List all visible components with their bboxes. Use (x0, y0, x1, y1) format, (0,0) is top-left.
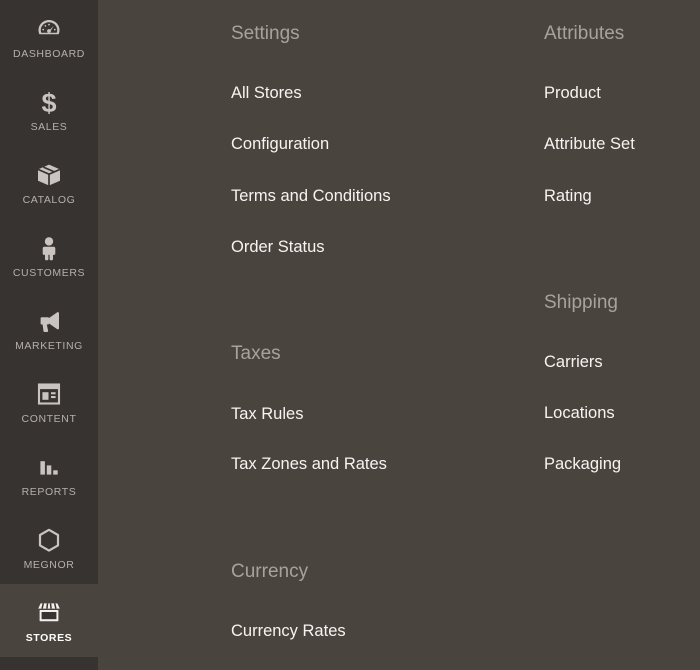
menu-group-title-settings: Settings (231, 23, 300, 44)
layout-grid-icon (34, 379, 64, 409)
menu-link-product[interactable]: Product (544, 85, 601, 102)
menu-link-rating[interactable]: Rating (544, 188, 592, 205)
sidebar-item-label: Sales (30, 120, 68, 133)
sidebar-item-label: Marketing (15, 339, 83, 352)
stores-menu-panel: Settings All Stores Configuration Terms and… (98, 0, 700, 670)
hexagon-icon (34, 525, 64, 555)
sidebar-item-dashboard[interactable]: Dashboard (0, 0, 98, 73)
sidebar-item-label: Content (21, 412, 77, 425)
sidebar-item-label: Catalog (22, 193, 76, 206)
dollar-sign-icon: $ (34, 87, 64, 117)
menu-link-attribute-set[interactable]: Attribute Set (544, 136, 635, 153)
sidebar-item-system[interactable] (0, 657, 98, 670)
sidebar-item-stores[interactable]: Stores (0, 584, 98, 657)
sidebar-item-label: Megnor (23, 558, 75, 571)
sidebar-item-label: Dashboard (13, 47, 85, 60)
svg-text:$: $ (41, 88, 56, 116)
sidebar-item-label: Reports (21, 485, 77, 498)
menu-link-tax-zones-and-rates[interactable]: Tax Zones and Rates (231, 456, 387, 473)
menu-group-title-shipping: Shipping (544, 292, 618, 313)
menu-link-currency-rates[interactable]: Currency Rates (231, 623, 346, 640)
menu-group-title-currency: Currency (231, 561, 309, 582)
menu-link-order-status[interactable]: Order Status (231, 239, 325, 256)
menu-link-terms-and-conditions[interactable]: Terms and Conditions (231, 188, 391, 205)
sidebar-item-sales[interactable]: $ Sales (0, 73, 98, 146)
storefront-icon (34, 598, 64, 628)
admin-sidebar-nav: Dashboard $ Sales Catalog Customers Mark… (0, 0, 98, 670)
menu-link-all-stores[interactable]: All Stores (231, 85, 302, 102)
menu-link-locations[interactable]: Locations (544, 405, 615, 422)
person-icon (34, 233, 64, 263)
sidebar-item-catalog[interactable]: Catalog (0, 146, 98, 219)
sidebar-item-content[interactable]: Content (0, 365, 98, 438)
sidebar-item-reports[interactable]: Reports (0, 438, 98, 511)
menu-link-configuration[interactable]: Configuration (231, 136, 329, 153)
bar-chart-icon (34, 452, 64, 482)
menu-link-tax-rules[interactable]: Tax Rules (231, 406, 303, 423)
sidebar-item-label: Customers (12, 266, 86, 279)
menu-link-packaging[interactable]: Packaging (544, 456, 621, 473)
menu-link-carriers[interactable]: Carriers (544, 354, 603, 371)
megaphone-icon (34, 306, 64, 336)
menu-group-title-attributes: Attributes (544, 23, 625, 44)
menu-group-title-taxes: Taxes (231, 343, 281, 364)
sidebar-item-label: Stores (25, 631, 73, 644)
magento-admin-menu-flyout: Dashboard $ Sales Catalog Customers Mark… (0, 0, 700, 670)
dashboard-gauge-icon (34, 14, 64, 44)
sidebar-item-megnor[interactable]: Megnor (0, 511, 98, 584)
sidebar-item-customers[interactable]: Customers (0, 219, 98, 292)
sidebar-item-marketing[interactable]: Marketing (0, 292, 98, 365)
box-icon (34, 160, 64, 190)
